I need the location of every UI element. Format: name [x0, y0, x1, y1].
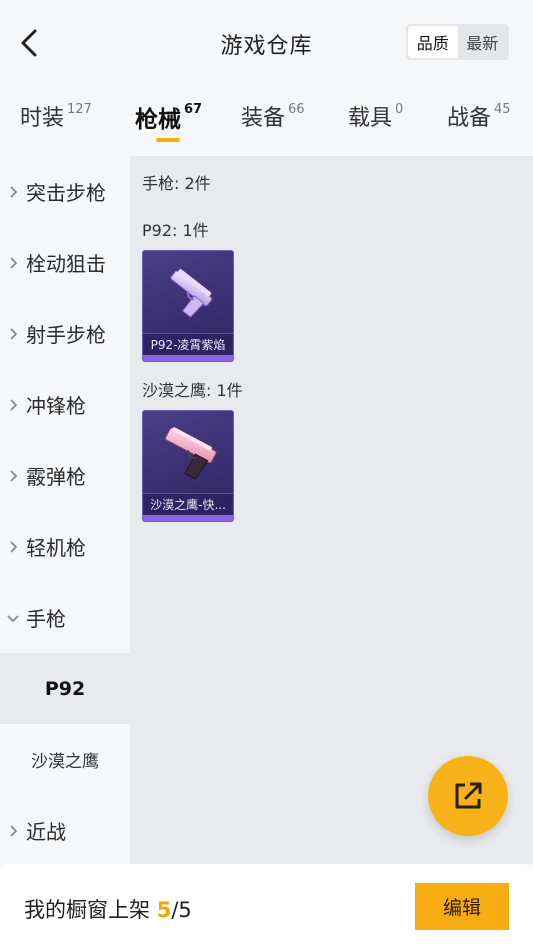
group-heading-p92: P92: 1件 — [142, 221, 209, 240]
tab-equipment[interactable]: 装备 66 — [241, 100, 305, 132]
tab-label: 装备 — [241, 106, 286, 131]
rarity-bar — [143, 515, 233, 521]
external-link-icon — [455, 782, 482, 809]
chevron-right-icon — [0, 398, 26, 412]
sidebar-subitem-desert-eagle[interactable]: 沙漠之鹰 — [0, 724, 130, 795]
showcase-bar: 我的橱窗上架 5/5 编辑 — [0, 864, 533, 948]
pistol-skin-image — [164, 427, 217, 480]
tab-count: 45 — [494, 102, 511, 117]
sidebar-item-label: 突击步枪 — [26, 181, 106, 205]
weapon-card-p92[interactable]: P92-凌霄紫焰 — [142, 250, 234, 362]
sidebar-subitem-label: 沙漠之鹰 — [31, 752, 99, 772]
tab-count: 67 — [184, 102, 203, 117]
showcase-current-count: 5 — [156, 898, 172, 922]
sidebar-item-label: 手枪 — [26, 607, 66, 631]
sidebar-item-label: 轻机枪 — [26, 536, 86, 560]
pistol-count-heading: 手枪: 2件 — [142, 174, 211, 193]
weapon-card-name: 沙漠之鹰-快... — [143, 493, 233, 515]
tab-label: 战备 — [447, 106, 492, 131]
weapon-card-name: P92-凌霄紫焰 — [143, 333, 233, 355]
chevron-right-icon — [0, 469, 26, 483]
sidebar-item-label: 栓动狙击 — [26, 252, 106, 276]
sidebar-item-label: 射手步枪 — [26, 323, 106, 347]
tab-label: 载具 — [348, 106, 393, 131]
sidebar-item-smg[interactable]: 冲锋枪 — [0, 369, 130, 440]
sidebar-item-label: 霰弹枪 — [26, 465, 86, 489]
showcase-label: 我的橱窗上架 — [24, 898, 150, 922]
tab-vehicles[interactable]: 载具 0 — [348, 100, 403, 132]
weapon-category-sidebar: 突击步枪 栓动狙击 射手步枪 冲锋枪 霰弹枪 轻机枪 手枪 P92 沙漠之鹰 近… — [0, 156, 130, 864]
sidebar-subitem-p92[interactable]: P92 — [0, 653, 130, 724]
sidebar-item-melee[interactable]: 近战 — [0, 795, 130, 866]
category-tabs: 时装 127 枪械 67 装备 66 载具 0 战备 45 — [0, 86, 533, 156]
warehouse-page: 游戏仓库 品质 最新 时装 127 枪械 67 装备 66 载具 0 战备 45 — [0, 0, 533, 948]
showcase-total-count: 5 — [178, 898, 192, 922]
sidebar-subitem-label: P92 — [44, 677, 86, 700]
sidebar-item-bolt-sniper[interactable]: 栓动狙击 — [0, 227, 130, 298]
sidebar-item-marksman-rifle[interactable]: 射手步枪 — [0, 298, 130, 369]
share-button[interactable] — [428, 756, 508, 836]
sort-latest-button[interactable]: 最新 — [458, 26, 508, 58]
sidebar-item-assault-rifle[interactable]: 突击步枪 — [0, 156, 130, 227]
chevron-right-icon — [0, 540, 26, 554]
edit-button[interactable]: 编辑 — [415, 883, 509, 930]
sidebar-item-lmg[interactable]: 轻机枪 — [0, 511, 130, 582]
rarity-bar — [143, 355, 233, 361]
sidebar-item-label: 近战 — [26, 820, 66, 844]
sort-quality-button[interactable]: 品质 — [408, 26, 458, 58]
tab-label: 枪械 — [135, 107, 181, 133]
tab-count: 0 — [395, 102, 404, 117]
tab-count: 66 — [288, 102, 305, 117]
tab-label: 时装 — [20, 106, 65, 131]
header: 游戏仓库 品质 最新 — [0, 0, 533, 86]
sidebar-item-pistol[interactable]: 手枪 — [0, 582, 130, 653]
tab-firearms[interactable]: 枪械 67 — [135, 100, 202, 134]
sidebar-item-label: 冲锋枪 — [26, 394, 86, 418]
sort-toggle: 品质 最新 — [406, 24, 509, 60]
tab-count: 127 — [67, 102, 92, 117]
chevron-right-icon — [0, 824, 26, 838]
chevron-down-icon — [0, 613, 26, 623]
chevron-right-icon — [0, 256, 26, 270]
chevron-right-icon — [0, 327, 26, 341]
active-tab-indicator — [156, 138, 180, 142]
tab-supplies[interactable]: 战备 45 — [447, 100, 511, 132]
group-heading-desert-eagle: 沙漠之鹰: 1件 — [142, 381, 243, 400]
showcase-status: 我的橱窗上架 5/5 — [24, 894, 192, 924]
pistol-skin-image — [170, 269, 213, 318]
tab-fashion[interactable]: 时装 127 — [20, 100, 92, 132]
sidebar-item-shotgun[interactable]: 霰弹枪 — [0, 440, 130, 511]
weapon-card-desert-eagle[interactable]: 沙漠之鹰-快... — [142, 410, 234, 522]
chevron-right-icon — [0, 185, 26, 199]
